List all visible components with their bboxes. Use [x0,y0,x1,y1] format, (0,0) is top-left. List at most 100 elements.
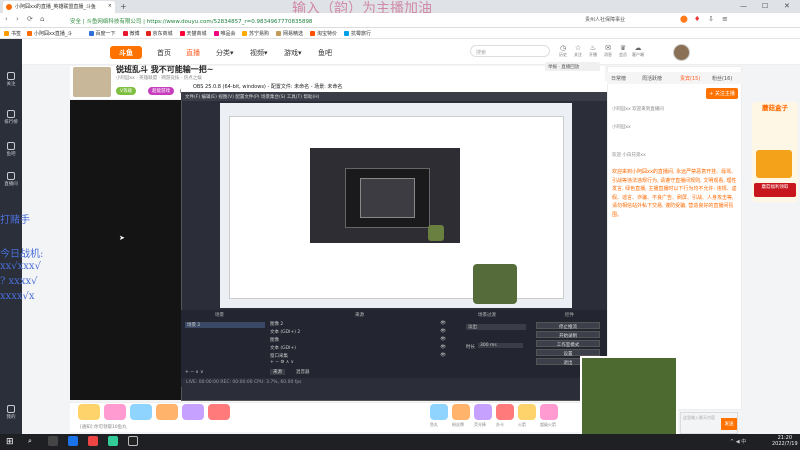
url-field[interactable]: 安全 | 斗鱼网络科技有限公司 | https://www.douyu.com/… [70,15,490,26]
visibility-icon[interactable]: 👁 [440,321,446,326]
nav-fishbar[interactable]: 鱼吧 [318,48,332,58]
download-icon[interactable]: ⇩ [708,15,714,23]
visibility-icon[interactable]: 👁 [440,345,446,350]
visibility-icon[interactable]: 👁 [440,329,446,334]
watermelon-dog-image-small [473,264,517,304]
taskbar-search-icon[interactable]: ⌕ [28,437,32,446]
user-avatar[interactable] [673,44,690,61]
bookmark-item[interactable]: 抗霉旅行 [344,30,371,37]
gift-icon[interactable] [156,404,178,420]
tab-weekly-rank[interactable]: 周活跃榜 [642,75,662,82]
scene-item[interactable]: 场景 2 [185,322,265,328]
home-icon[interactable]: ⌂ [40,15,44,23]
header-icon-2[interactable]: ♨ 开播 [586,44,600,58]
gift-icon[interactable] [130,404,152,420]
header-icon-0[interactable]: ◷ 历史 [556,44,570,58]
new-tab-button[interactable]: + [120,2,127,11]
report-link[interactable]: 举报 · 直播回放 [545,62,600,71]
menu-icon[interactable]: ≡ [722,15,728,23]
bookmark-item[interactable]: 天猫商城 [179,30,207,37]
gift-item[interactable] [496,404,514,420]
streamer-avatar[interactable] [73,67,111,97]
nav-category[interactable]: 分类▾ [216,48,234,58]
system-tray[interactable]: ^ ◀ 中 [730,438,746,445]
app-icon[interactable] [108,436,118,446]
task-view-icon[interactable] [48,436,58,446]
source-item[interactable]: 文本 (GDI+) 2 👁 [270,329,450,335]
gift-item[interactable] [452,404,470,420]
bookmark-item[interactable]: 唯品会 [213,30,236,37]
edge-icon[interactable] [68,436,78,446]
tab-mixer[interactable]: 混音器 [296,369,310,375]
header-icon-3[interactable]: ✉ 消息 [601,44,615,58]
visibility-icon[interactable]: 👁 [440,337,446,342]
obs-control-button[interactable]: 工作室模式 [536,340,600,348]
sidebar-item-rank[interactable]: 排行榜 [0,110,22,125]
gift-item[interactable] [474,404,492,420]
nav-home[interactable]: 首页 [157,48,171,58]
source-item[interactable]: 图像 👁 [270,337,450,343]
gift-item[interactable] [540,404,558,420]
promo-button[interactable]: 蘑菇福利领取 [754,183,796,197]
back-icon[interactable]: ‹ [5,15,8,23]
bookmark-item[interactable]: 百度一下 [88,30,116,37]
tab-close-icon[interactable]: × [108,3,112,9]
scene-controls[interactable]: + − ∧ ∨ [185,370,203,375]
maximize-button[interactable]: ☐ [762,2,768,10]
gift-icon[interactable] [182,404,204,420]
sidebar-item-fishbar[interactable]: 鱼吧 [0,142,22,157]
bookmark-item[interactable]: 京东商城 [145,30,173,37]
bookmark-item[interactable]: 苏宁易购 [242,30,269,37]
minimize-button[interactable]: — [740,2,747,10]
windows-start-icon[interactable]: ⊞ [6,437,14,447]
extension-icon[interactable]: ⬤ [680,15,688,23]
gift-icon[interactable] [78,404,100,420]
bookmark-item[interactable]: 书签 [4,30,21,37]
game-icon[interactable]: ♦ [694,15,700,23]
obs-taskbar-icon[interactable] [128,436,138,446]
source-item[interactable]: 图像 2 👁 [270,321,450,327]
gift-icon[interactable] [208,404,230,420]
source-item[interactable]: 窗口采集 👁 [270,353,450,359]
header-icon-5[interactable]: ☁ 客户端 [631,44,645,58]
bookmark-item[interactable]: 淘宝特价 [310,30,337,37]
browser-icon[interactable] [88,436,98,446]
send-button[interactable]: 发送 [721,418,737,430]
header-icon-1[interactable]: ☆ 关注 [571,44,585,58]
bookmark-item[interactable]: 微博 [122,30,140,37]
transition-select[interactable]: 淡出 [466,324,526,330]
bookmark-item[interactable]: 网易精选 [276,30,303,37]
nav-games[interactable]: 游戏▾ [284,48,302,58]
source-controls[interactable]: + − ⚙ ∧ ∨ [270,360,294,365]
gift-item[interactable] [518,404,536,420]
close-window-button[interactable]: ✕ [784,2,790,10]
douyu-search-input[interactable]: 搜索 [470,45,550,57]
follow-streamer-button[interactable]: + 关注主播 [706,88,738,99]
visibility-icon[interactable]: 👁 [440,353,446,358]
tab-sources[interactable]: 来源 [270,369,285,375]
tab-vip[interactable]: 贵宾(15) [680,75,700,82]
tab-fans[interactable]: 粉丝(16) [712,75,732,82]
browser-tab[interactable]: 小阿囧xx的直播_英雄联盟直播_斗鱼 × [3,1,115,13]
nav-video[interactable]: 视频▾ [250,48,268,58]
tab-daily-rank[interactable]: 日常榜 [611,75,626,82]
browser-search-box[interactable]: 贵州人社保障事业 [585,16,675,23]
sidebar-item-room[interactable]: 直播间 [0,172,22,187]
bookmark-item[interactable]: 小阿囧xx直播_斗 [27,30,72,37]
douyu-logo[interactable]: 斗鱼 [110,46,142,59]
source-item[interactable]: 文本 (GDI+) 👁 [270,345,450,351]
sidebar-item-mine[interactable]: 我的 [0,405,22,420]
gift-icon[interactable] [104,404,126,420]
duration-input[interactable]: 300 ms [478,343,523,348]
nav-live[interactable]: 直播 [186,48,200,58]
forward-icon[interactable]: › [16,15,19,23]
header-icon-4[interactable]: ♛ 会员 [616,44,630,58]
obs-control-button[interactable]: 开始录制 [536,331,600,339]
url-prefix: 安全 | 斗鱼网络科技有限公司 | [70,19,145,25]
gift-item[interactable] [430,404,448,420]
sidebar-item-follow[interactable]: 关注 [0,72,22,87]
gift-label: 粉丝牌 [452,422,464,427]
obs-control-button[interactable]: 停止推流 [536,322,600,330]
obs-control-button[interactable]: 设置 [536,349,600,357]
refresh-icon[interactable]: ⟳ [27,15,33,23]
